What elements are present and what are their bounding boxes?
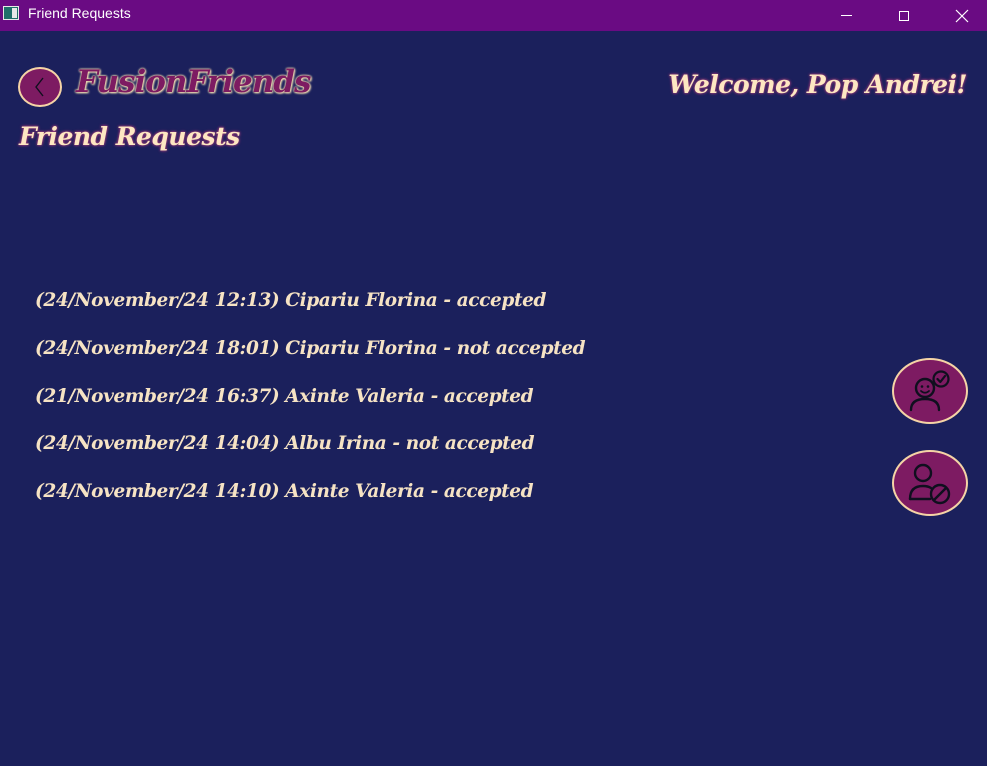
friend-request-list: (24/November/24 12:13) Cipariu Florina -… (35, 285, 586, 524)
page-title: Friend Requests (19, 122, 240, 151)
window-title: Friend Requests (28, 5, 131, 21)
close-button[interactable] (933, 0, 987, 31)
reject-request-button[interactable] (892, 450, 968, 516)
accept-request-button[interactable] (892, 358, 968, 424)
brand-logo: FusionFriends (76, 64, 311, 100)
block-friend-icon (908, 463, 951, 505)
maximize-button[interactable] (875, 0, 933, 31)
back-button[interactable] (18, 67, 62, 107)
app-window-icon (3, 6, 19, 20)
request-item[interactable]: (24/November/24 14:04) Albu Irina - not … (35, 428, 585, 476)
maximize-icon (899, 10, 909, 21)
accept-friend-icon (909, 370, 950, 412)
app-window: Friend Requests FusionFriends Welcome, P… (0, 0, 987, 766)
minimize-icon (840, 15, 852, 16)
request-item[interactable]: (21/November/24 16:37) Axinte Valeria - … (35, 381, 585, 429)
minimize-button[interactable] (817, 0, 875, 31)
chevron-left-icon (35, 77, 44, 97)
request-item[interactable]: (24/November/24 12:13) Cipariu Florina -… (35, 285, 585, 333)
welcome-message: Welcome, Pop Andrei! (668, 70, 967, 99)
title-bar[interactable]: Friend Requests (0, 0, 987, 31)
close-icon (955, 9, 969, 22)
request-item[interactable]: (24/November/24 18:01) Cipariu Florina -… (35, 333, 586, 381)
request-item[interactable]: (24/November/24 14:10) Axinte Valeria - … (35, 476, 585, 524)
